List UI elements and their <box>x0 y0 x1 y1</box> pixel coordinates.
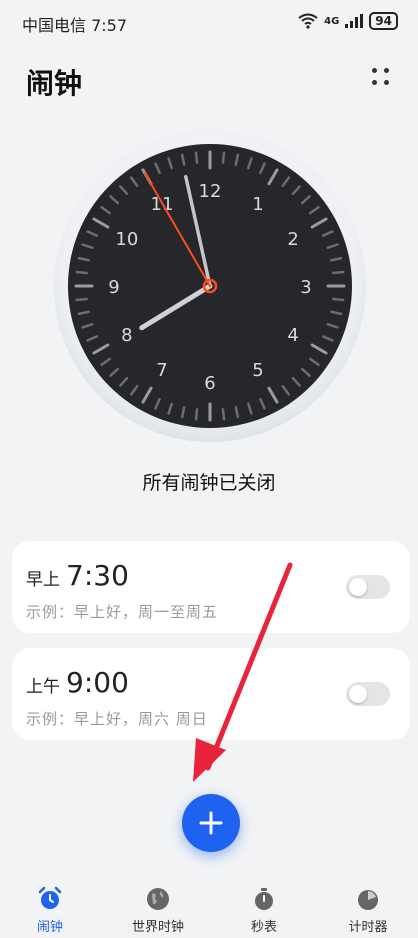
bottom-navigation: 闹钟 世界时钟 秒表 计时器 <box>0 872 418 938</box>
clock-number: 7 <box>156 360 167 381</box>
carrier-time: 中国电信 7:57 <box>22 16 128 35</box>
analog-clock: 121234567891011 <box>52 128 368 444</box>
analog-clock-face: 121234567891011 <box>54 130 366 442</box>
more-dot <box>384 80 389 85</box>
clock-number: 8 <box>121 325 132 346</box>
alarm-period: 早上 <box>26 570 60 590</box>
alarm-description: 示例：早上好，周一至周五 <box>26 603 219 621</box>
battery-indicator: 94 <box>369 12 398 30</box>
nav-label: 计时器 <box>348 920 388 935</box>
alarm-card[interactable]: 早上 7:30 示例：早上好，周一至周五 <box>12 541 410 633</box>
clock-number: 6 <box>204 373 215 394</box>
wifi-icon <box>298 13 318 29</box>
nav-item-timer[interactable]: 计时器 <box>318 872 418 938</box>
nav-label: 闹钟 <box>36 920 63 935</box>
clock-tick <box>221 151 226 164</box>
clock-tick <box>332 270 345 275</box>
nav-item-alarm[interactable]: 闹钟 <box>0 872 100 938</box>
nav-label: 秒表 <box>250 920 277 935</box>
plus-icon <box>199 811 223 835</box>
toggle-knob <box>349 578 367 596</box>
nav-label: 世界时钟 <box>131 920 184 935</box>
clock-tick <box>332 297 345 302</box>
toggle-knob <box>349 685 367 703</box>
clock-number: 12 <box>199 181 222 202</box>
clock-number: 4 <box>287 325 298 346</box>
timer-icon <box>358 890 378 910</box>
clock-tick <box>194 408 199 421</box>
clock-number: 9 <box>108 277 119 298</box>
alarm-time: 9:00 <box>66 666 129 699</box>
alarm-toggle[interactable] <box>346 682 390 706</box>
alarm-period: 上午 <box>26 677 60 697</box>
alarm-time: 7:30 <box>66 559 129 592</box>
clock-tick <box>75 297 88 302</box>
more-dot <box>384 68 389 73</box>
more-dot <box>372 68 377 73</box>
alarm-time-group: 早上 7:30 <box>26 559 129 592</box>
alarm-card[interactable]: 上午 9:00 示例：早上好，周六 周日 <box>12 648 410 740</box>
more-dot <box>372 80 377 85</box>
alarm-toggle[interactable] <box>346 575 390 599</box>
network-type: 4G <box>324 15 340 27</box>
status-bar: 中国电信 7:57 4G 94 <box>0 0 418 44</box>
clock-number: 10 <box>115 229 138 250</box>
add-alarm-button[interactable] <box>182 794 240 852</box>
page-title: 闹钟 <box>26 67 83 100</box>
clock-tick <box>221 408 226 421</box>
clock-number: 2 <box>287 229 298 250</box>
clock-number: 3 <box>300 277 311 298</box>
clock-tick <box>194 151 199 164</box>
status-icons: 4G 94 <box>298 12 398 30</box>
clock-tick <box>75 270 88 275</box>
alarms-status-message: 所有闹钟已关闭 <box>142 472 276 494</box>
globe-icon <box>147 888 169 910</box>
clock-number: 5 <box>252 360 263 381</box>
nav-item-stopwatch[interactable]: 秒表 <box>214 872 314 938</box>
alarm-clock-icon <box>38 886 62 909</box>
signal-icon <box>345 14 364 28</box>
alarm-description: 示例：早上好，周六 周日 <box>26 710 208 728</box>
more-options-button[interactable] <box>370 66 392 88</box>
stopwatch-icon <box>255 888 273 910</box>
alarm-time-group: 上午 9:00 <box>26 666 129 699</box>
nav-item-world-clock[interactable]: 世界时钟 <box>108 872 208 938</box>
clock-number: 1 <box>252 194 263 215</box>
